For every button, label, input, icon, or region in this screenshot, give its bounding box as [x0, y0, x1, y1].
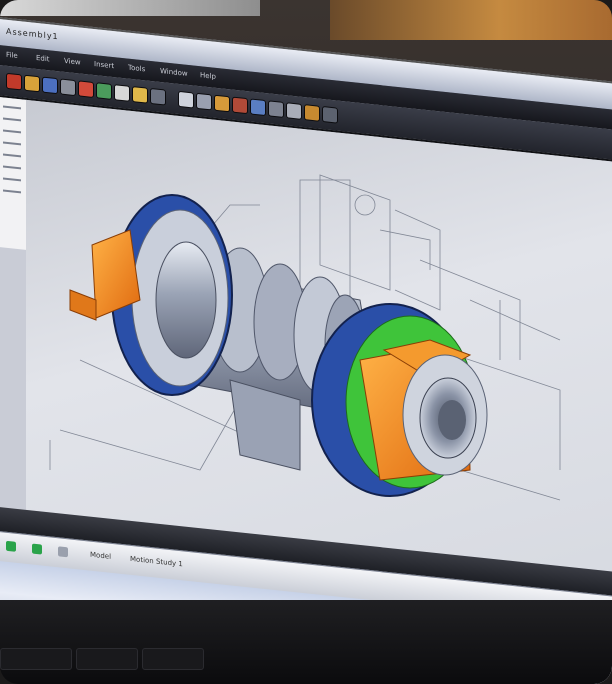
assembly-model[interactable] [0, 0, 612, 684]
left-flange [69, 194, 233, 396]
photo-frame: Assembly1 File Edit View Insert Tools Wi… [0, 0, 612, 684]
right-flange [311, 303, 488, 497]
monitor-bezel [0, 600, 612, 684]
keyboard-key [0, 648, 72, 670]
keyboard-key [142, 648, 204, 670]
keyboard-key [76, 648, 138, 670]
